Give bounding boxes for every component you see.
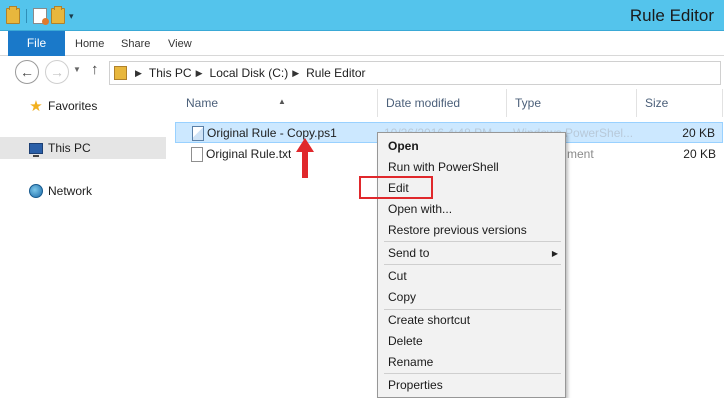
menu-item-copy[interactable]: Copy (379, 287, 564, 308)
navigation-pane: ★ Favorites This PC Network (0, 89, 166, 398)
file-type: ment (567, 147, 594, 161)
new-folder-icon[interactable] (51, 6, 65, 24)
breadcrumb-local-disk[interactable]: Local Disk (C:) (210, 66, 289, 80)
menu-item-create-shortcut[interactable]: Create shortcut (379, 310, 564, 331)
chevron-right-icon[interactable]: ▶ (135, 68, 142, 79)
menu-item-cut[interactable]: Cut (379, 266, 564, 287)
chevron-right-icon[interactable]: ▶ (196, 68, 203, 79)
column-header-type[interactable]: Type (507, 89, 637, 117)
nav-item-this-pc[interactable]: This PC (0, 137, 166, 159)
file-name: Original Rule - Copy.ps1 (207, 126, 337, 140)
red-arrow-annotation (296, 138, 314, 178)
nav-item-favorites[interactable]: ★ Favorites (0, 95, 166, 117)
up-arrow-icon[interactable]: ↑ (91, 61, 99, 78)
menu-item-rename[interactable]: Rename (379, 352, 564, 373)
tab-home[interactable]: Home (75, 31, 104, 56)
sort-ascending-icon: ▲ (278, 97, 286, 106)
computer-icon (28, 140, 44, 157)
back-button[interactable]: ← (15, 60, 39, 84)
breadcrumb-this-pc[interactable]: This PC (149, 66, 192, 80)
menu-item-delete[interactable]: Delete (379, 331, 564, 352)
customize-toolbar-icon[interactable]: ▾ (69, 11, 74, 22)
menu-divider (384, 241, 561, 242)
recent-locations-icon[interactable]: ▼ (73, 65, 81, 74)
nav-item-network[interactable]: Network (0, 180, 166, 202)
chevron-right-icon[interactable]: ▶ (292, 68, 299, 79)
menu-item-restore-previous-versions[interactable]: Restore previous versions (379, 220, 564, 241)
nav-item-label: Network (48, 184, 93, 198)
menu-divider (384, 373, 561, 374)
column-header-size[interactable]: Size (637, 89, 723, 117)
forward-button[interactable]: → (45, 60, 69, 84)
menu-item-properties[interactable]: Properties (379, 375, 564, 396)
menu-item-open-with[interactable]: Open with... (379, 199, 564, 220)
text-file-icon (191, 147, 203, 162)
menu-divider (384, 264, 561, 265)
tab-view[interactable]: View (168, 31, 192, 56)
file-size: 20 KB (682, 126, 715, 140)
column-header-name[interactable]: ▲ Name (178, 89, 378, 117)
powershell-file-icon (192, 126, 204, 141)
context-menu: Open Run with PowerShell Edit Open with.… (377, 132, 566, 398)
submenu-arrow-icon: ▶ (551, 249, 558, 258)
column-header-date-modified[interactable]: Date modified (378, 89, 507, 117)
folder-icon (114, 66, 127, 80)
menu-item-run-with-powershell[interactable]: Run with PowerShell (379, 157, 564, 178)
title-bar: ▾ Rule Editor (0, 0, 724, 31)
address-bar[interactable]: ▶ This PC ▶ Local Disk (C:) ▶ Rule Edito… (109, 61, 721, 85)
tab-file[interactable]: File (8, 31, 65, 56)
menu-item-open[interactable]: Open (379, 136, 564, 157)
menu-item-send-to[interactable]: Send to ▶ (379, 243, 564, 264)
arrow-left-icon: ← (20, 64, 34, 80)
window-title: Rule Editor (629, 6, 714, 25)
tab-share[interactable]: Share (121, 31, 150, 56)
quick-access-toolbar: ▾ (6, 6, 74, 26)
network-icon (28, 183, 44, 199)
ribbon: File Home Share View (0, 31, 724, 56)
properties-icon[interactable] (33, 8, 49, 25)
file-name: Original Rule.txt (206, 147, 292, 161)
star-icon: ★ (29, 98, 43, 115)
file-size: 20 KB (683, 147, 716, 161)
toolbar-divider (26, 9, 27, 23)
edit-highlight-annotation (359, 176, 433, 199)
folder-icon[interactable] (6, 6, 20, 24)
nav-item-label: Favorites (48, 99, 98, 113)
breadcrumb-rule-editor[interactable]: Rule Editor (306, 66, 365, 80)
arrow-right-icon: → (50, 64, 64, 80)
nav-item-label: This PC (48, 141, 91, 155)
navigation-bar: ← → ▼ ↑ ▶ This PC ▶ Local Disk (C:) ▶ Ru… (0, 56, 724, 89)
